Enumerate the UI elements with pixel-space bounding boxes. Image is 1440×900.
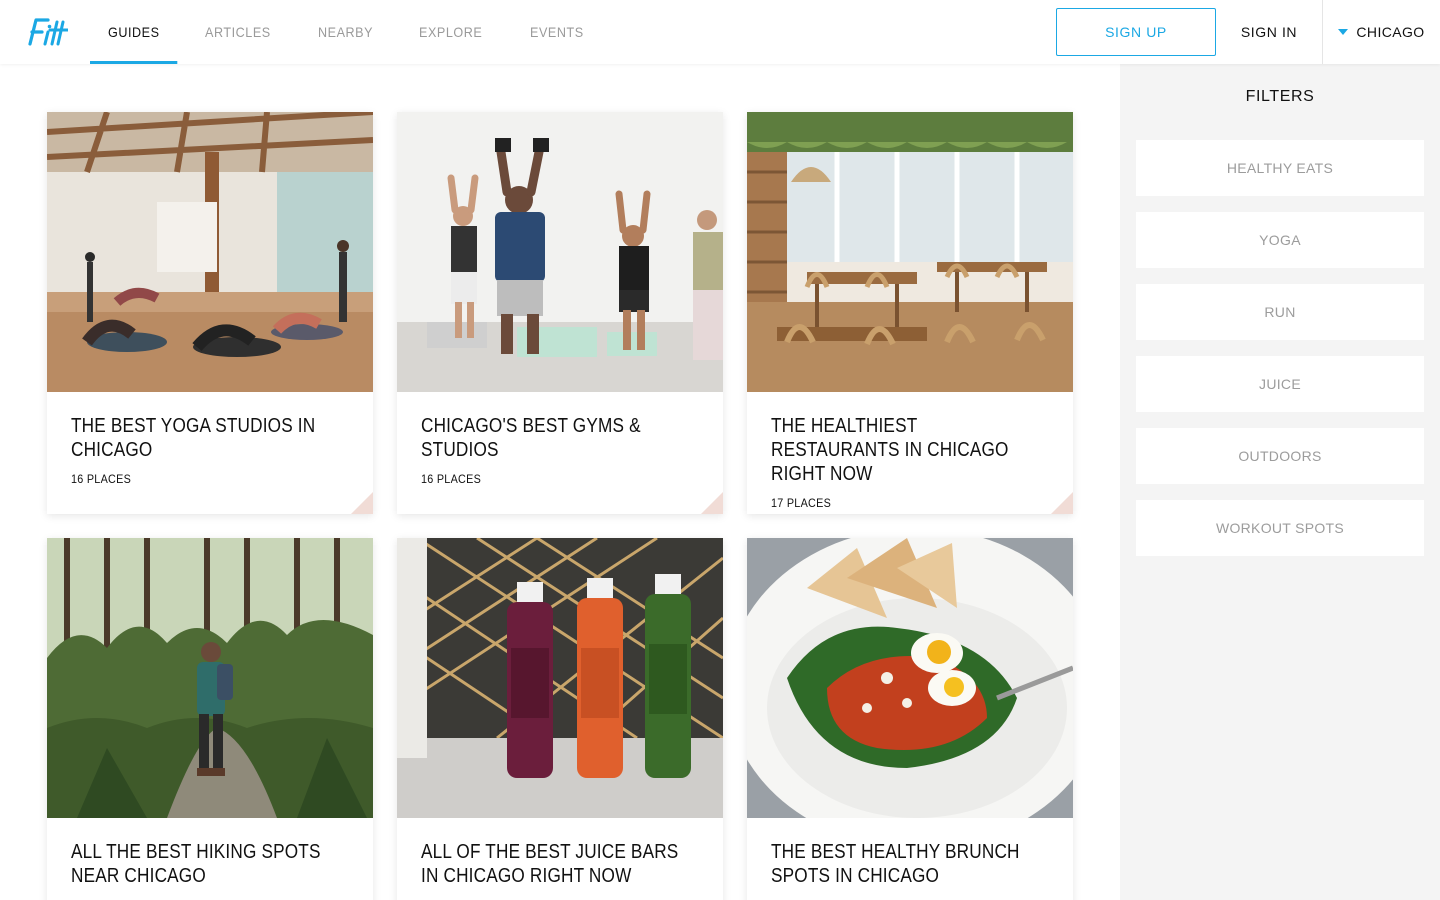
nav-explore[interactable]: EXPLORE [401,0,500,64]
guide-card[interactable]: ALL THE BEST HIKING SPOTS NEAR CHICAGO [47,538,373,900]
gym-class-photo [397,112,723,392]
sign-in-button[interactable]: SIGN IN [1224,0,1314,64]
guide-title: THE BEST HEALTHY BRUNCH SPOTS IN CHICAGO [771,841,1020,887]
filters-sidebar: FILTERS HEALTHY EATS YOGA RUN JUICE OUTD… [1120,64,1440,900]
juice-bottles-photo [397,538,723,818]
filter-workout-spots[interactable]: WORKOUT SPOTS [1136,500,1424,556]
guide-place-count: 16 PLACES [71,472,132,486]
nav-nearby[interactable]: NEARBY [300,0,391,64]
city-selector[interactable]: CHICAGO [1323,0,1440,64]
guide-card[interactable]: THE BEST YOGA STUDIOS IN CHICAGO 16 PLAC… [47,112,373,514]
guides-grid: THE BEST YOGA STUDIOS IN CHICAGO 16 PLAC… [0,64,1120,900]
corner-fold-icon [701,492,723,514]
filter-outdoors[interactable]: OUTDOORS [1136,428,1424,484]
filter-juice[interactable]: JUICE [1136,356,1424,412]
filter-run[interactable]: RUN [1136,284,1424,340]
guide-card[interactable]: THE HEALTHIEST RESTAURANTS IN CHICAGO RI… [747,112,1073,514]
top-nav-bar: GUIDES ARTICLES NEARBY EXPLORE EVENTS SI… [0,0,1440,64]
guide-title: THE BEST YOGA STUDIOS IN CHICAGO [71,415,316,461]
nav-guides[interactable]: GUIDES [90,0,178,64]
nav-events[interactable]: EVENTS [512,0,602,64]
guide-place-count: 16 PLACES [421,472,482,486]
corner-fold-icon [1051,492,1073,514]
city-label: CHICAGO [1356,24,1425,40]
guide-card[interactable]: CHICAGO'S BEST GYMS & STUDIOS 16 PLACES [397,112,723,514]
guide-title: ALL OF THE BEST JUICE BARS IN CHICAGO RI… [421,841,679,887]
caret-down-icon [1338,29,1349,35]
corner-fold-icon [351,492,373,514]
yoga-studio-photo [47,112,373,392]
nav-articles[interactable]: ARTICLES [187,0,289,64]
sign-up-button[interactable]: SIGN UP [1056,8,1216,56]
filter-healthy-eats[interactable]: HEALTHY EATS [1136,140,1424,196]
brunch-dish-photo [747,538,1073,818]
filters-heading: FILTERS [1245,88,1315,105]
forest-hiker-photo [47,538,373,818]
guide-title: THE HEALTHIEST RESTAURANTS IN CHICAGO RI… [771,415,1009,485]
guide-card[interactable]: ALL OF THE BEST JUICE BARS IN CHICAGO RI… [397,538,723,900]
guide-place-count: 17 PLACES [771,496,832,510]
guide-title: CHICAGO'S BEST GYMS & STUDIOS [421,415,641,461]
guide-card[interactable]: THE BEST HEALTHY BRUNCH SPOTS IN CHICAGO [747,538,1073,900]
restaurant-interior-photo [747,112,1073,392]
fitt-logo[interactable] [24,14,68,50]
filter-yoga[interactable]: YOGA [1136,212,1424,268]
guide-title: ALL THE BEST HIKING SPOTS NEAR CHICAGO [71,841,321,887]
main-nav: GUIDES ARTICLES NEARBY EXPLORE EVENTS [90,0,611,64]
